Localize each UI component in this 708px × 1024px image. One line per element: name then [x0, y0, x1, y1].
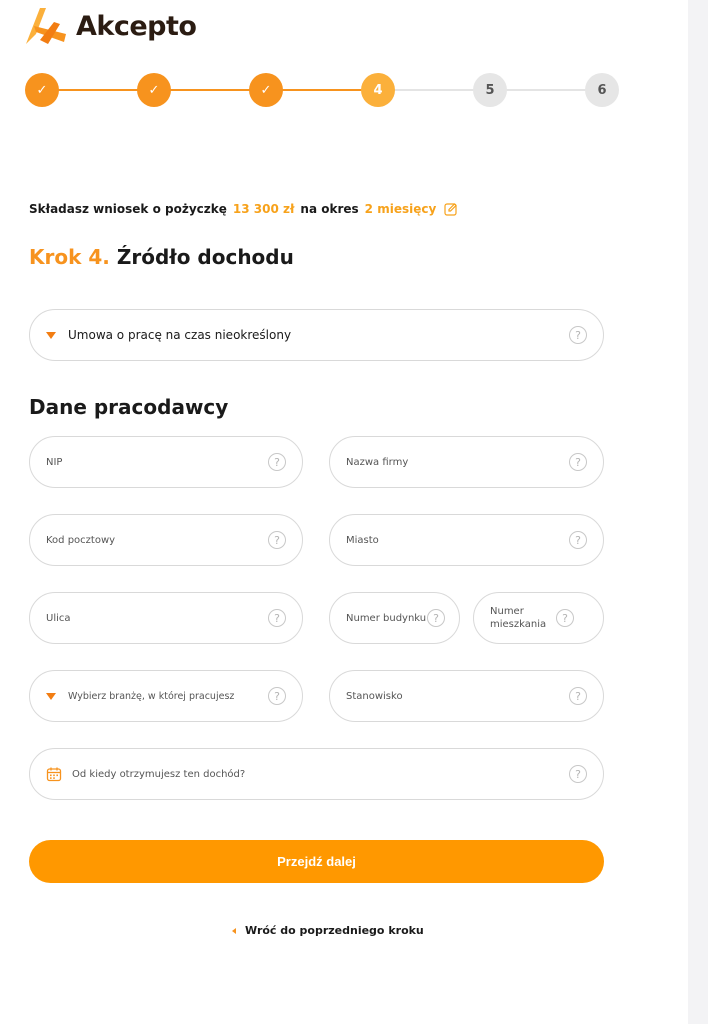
nip-placeholder: NIP [46, 456, 63, 468]
edit-icon[interactable] [444, 202, 458, 216]
postal-code-field[interactable]: Kod pocztowy ? [29, 514, 303, 566]
chevron-down-icon [46, 331, 56, 339]
postal-code-placeholder: Kod pocztowy [46, 534, 116, 546]
step-title: Krok 4. Źródło dochodu [29, 245, 294, 269]
industry-placeholder: Wybierz branżę, w której pracujesz [68, 690, 235, 702]
apartment-number-field[interactable]: Numer mieszkania ? [473, 592, 604, 644]
apartment-number-placeholder: Numer mieszkania [490, 606, 547, 630]
city-field[interactable]: Miasto ? [329, 514, 604, 566]
brand-logo[interactable]: Akcepto [24, 4, 197, 48]
back-link-label: Wróć do poprzedniego kroku [245, 924, 424, 937]
chevron-down-icon [46, 692, 56, 700]
loan-amount: 13 300 zł [232, 202, 295, 216]
step-5-number: 5 [485, 82, 495, 98]
company-name-placeholder: Nazwa firmy [346, 456, 409, 468]
step-3[interactable]: ✓ [249, 73, 283, 107]
nip-field[interactable]: NIP ? [29, 436, 303, 488]
calendar-icon [46, 767, 62, 782]
step-title-text: Źródło dochodu [116, 245, 294, 269]
step-1[interactable]: ✓ [25, 73, 59, 107]
step-6-number: 6 [597, 82, 607, 98]
position-field[interactable]: Stanowisko ? [329, 670, 604, 722]
help-icon[interactable]: ? [569, 326, 587, 344]
street-placeholder: Ulica [46, 612, 71, 624]
akcepto-logo-icon [26, 8, 66, 44]
summary-prefix: Składasz wniosek o pożyczkę [29, 202, 227, 216]
building-number-placeholder: Numer budynku [346, 612, 427, 624]
employer-section-title: Dane pracodawcy [29, 395, 229, 419]
company-name-field[interactable]: Nazwa firmy ? [329, 436, 604, 488]
step-6: 6 [585, 73, 619, 107]
next-step-button[interactable]: Przejdź dalej [29, 840, 604, 883]
step-3-check-icon: ✓ [260, 82, 272, 98]
step-1-check-icon: ✓ [36, 82, 48, 98]
street-field[interactable]: Ulica ? [29, 592, 303, 644]
brand-name: Akcepto [76, 10, 197, 42]
income-source-select[interactable]: Umowa o pracę na czas nieokreślony ? [29, 309, 604, 361]
loan-period: 2 miesięcy [364, 202, 437, 216]
help-icon[interactable]: ? [569, 453, 587, 471]
help-icon[interactable]: ? [268, 531, 286, 549]
income-since-placeholder: Od kiedy otrzymujesz ten dochód? [72, 768, 246, 780]
step-2-check-icon: ✓ [148, 82, 160, 98]
help-icon[interactable]: ? [268, 453, 286, 471]
position-placeholder: Stanowisko [346, 690, 403, 702]
step-4-number: 4 [373, 82, 383, 98]
city-placeholder: Miasto [346, 534, 379, 546]
step-5: 5 [473, 73, 507, 107]
help-icon[interactable]: ? [427, 609, 445, 627]
help-icon[interactable]: ? [569, 687, 587, 705]
progress-stepper: ✓ ✓ ✓ 4 5 6 [25, 73, 621, 107]
loan-summary: Składasz wniosek o pożyczkę 13 300 zł na… [29, 202, 458, 216]
income-source-value: Umowa o pracę na czas nieokreślony [68, 328, 292, 342]
step-4: 4 [361, 73, 395, 107]
step-2[interactable]: ✓ [137, 73, 171, 107]
page-edge-strip [688, 0, 708, 1024]
help-icon[interactable]: ? [569, 765, 587, 783]
help-icon[interactable]: ? [268, 609, 286, 627]
back-link[interactable]: Wróć do poprzedniego kroku [232, 924, 424, 937]
building-number-field[interactable]: Numer budynku ? [329, 592, 460, 644]
step-number: Krok 4. [29, 245, 110, 269]
summary-middle: na okres [300, 202, 359, 216]
help-icon[interactable]: ? [556, 609, 574, 627]
arrow-left-icon [232, 927, 236, 934]
help-icon[interactable]: ? [268, 687, 286, 705]
income-since-date-field[interactable]: Od kiedy otrzymujesz ten dochód? ? [29, 748, 604, 800]
industry-select[interactable]: Wybierz branżę, w której pracujesz ? [29, 670, 303, 722]
help-icon[interactable]: ? [569, 531, 587, 549]
